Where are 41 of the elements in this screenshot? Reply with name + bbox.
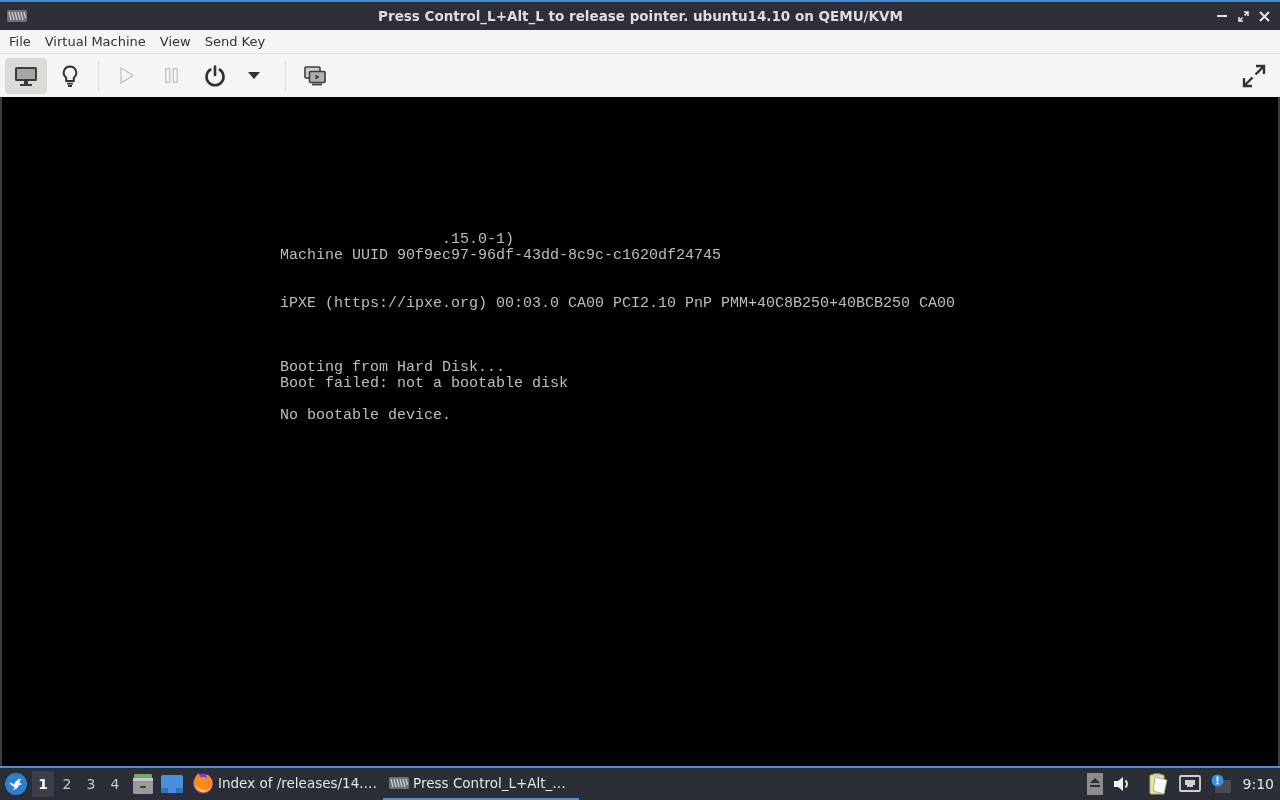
close-icon xyxy=(1258,10,1270,22)
minimize-icon xyxy=(1217,15,1227,17)
console-line: Boot failed: not a bootable disk xyxy=(280,375,569,392)
notes-icon[interactable] xyxy=(1148,773,1169,795)
console-button[interactable] xyxy=(5,57,47,94)
speaker-icon[interactable] xyxy=(1112,775,1131,793)
window-icon xyxy=(160,775,183,793)
maximize-icon xyxy=(1237,10,1249,22)
workspace-button[interactable]: 3 xyxy=(80,771,102,797)
screens-icon xyxy=(304,65,326,86)
workspace-button[interactable]: 1 xyxy=(32,771,54,797)
taskbar-task[interactable]: Press Control_L+Alt_… xyxy=(383,768,580,800)
eject-icon[interactable] xyxy=(1086,773,1103,795)
console-line: .15.0-1) xyxy=(442,231,515,248)
network-icon[interactable] xyxy=(1178,775,1201,793)
globe-icon xyxy=(192,772,214,794)
play-icon xyxy=(120,67,134,84)
taskbar-task[interactable]: Index of /releases/14.… xyxy=(186,768,384,800)
bird-logo-icon xyxy=(5,773,27,795)
pause-icon xyxy=(164,68,178,83)
console-line: iPXE (https://ipxe.org) 00:03.0 CA00 PCI2.10 PnP PMM+40C8B250+40BCB250 CA00 xyxy=(280,295,956,312)
window-title: Press Control_L+Alt_L to release pointer. ubuntu14.10 on QEMU/KVM xyxy=(378,8,903,24)
menu-item[interactable]: Virtual Machine xyxy=(37,31,153,52)
menu-item[interactable]: View xyxy=(152,31,198,52)
console-line: Machine UUID 90f9ec97-96df-43dd-8c9c-c1620df24745 xyxy=(280,247,722,264)
power-icon xyxy=(204,64,226,87)
console-line: No bootable device. xyxy=(280,407,452,424)
fullscreen-icon xyxy=(1242,63,1266,88)
drawer-icon xyxy=(132,774,153,794)
monitor-icon xyxy=(14,65,38,86)
workspace-button[interactable]: 4 xyxy=(104,771,126,797)
striped-logo-icon xyxy=(389,777,410,789)
menu-item[interactable]: Send Key xyxy=(197,31,273,52)
caret-icon xyxy=(248,72,260,79)
console-line: Booting from Hard Disk... xyxy=(280,359,506,376)
workspace-button[interactable]: 2 xyxy=(56,771,78,797)
clock-text: 9:10 xyxy=(1242,776,1274,792)
striped-logo-icon xyxy=(7,10,27,22)
alert-icon[interactable] xyxy=(1210,774,1231,794)
menu-item[interactable]: File xyxy=(2,31,38,52)
lightbulb-icon xyxy=(62,64,78,87)
